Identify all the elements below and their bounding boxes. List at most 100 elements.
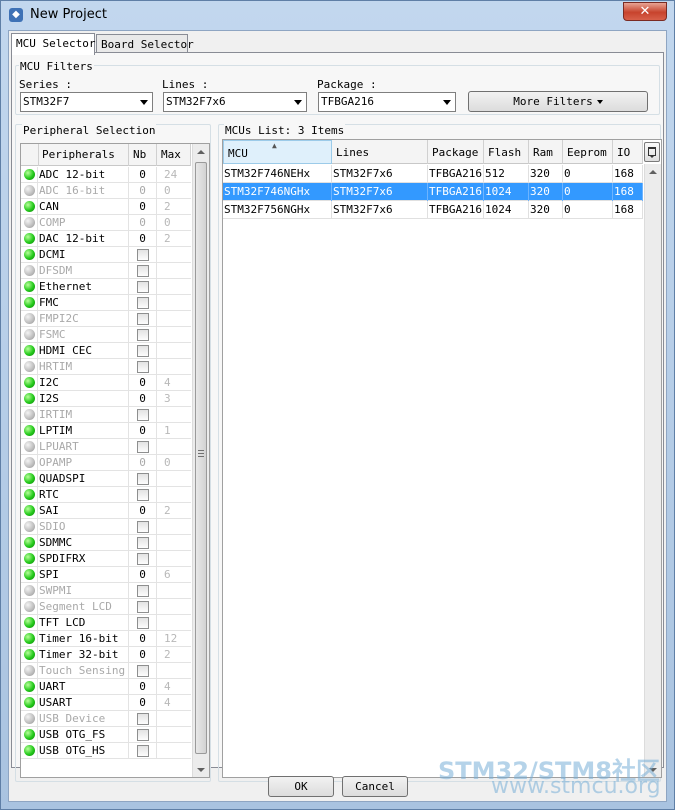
peripheral-row[interactable]: RTC (21, 487, 191, 503)
series-dropdown[interactable]: STM32F7 (20, 92, 153, 112)
peripheral-row[interactable]: I2C 0 4 (21, 375, 191, 391)
header-peripherals[interactable]: Peripherals (39, 144, 129, 166)
peripheral-row[interactable]: HRTIM (21, 359, 191, 375)
peripheral-row[interactable]: DFSDM (21, 263, 191, 279)
header-io[interactable]: IO (613, 140, 643, 164)
peripheral-row[interactable]: FSMC (21, 327, 191, 343)
scrollbar-thumb[interactable] (195, 162, 207, 754)
cancel-button[interactable]: Cancel (342, 776, 408, 797)
peripheral-nb[interactable]: 0 (129, 183, 157, 199)
peripheral-row[interactable]: LPTIM 0 1 (21, 423, 191, 439)
peripheral-row[interactable]: OPAMP 0 0 (21, 455, 191, 471)
peripheral-nb[interactable]: 0 (129, 199, 157, 215)
scroll-up-arrow-icon[interactable] (649, 170, 657, 174)
peripheral-checkbox[interactable] (137, 617, 149, 629)
peripheral-checkbox[interactable] (137, 409, 149, 421)
peripheral-row[interactable]: HDMI CEC (21, 343, 191, 359)
peripheral-checkbox[interactable] (137, 489, 149, 501)
peripheral-checkbox[interactable] (137, 729, 149, 741)
peripheral-row[interactable]: USB Device (21, 711, 191, 727)
peripheral-row[interactable]: ADC 12-bit 0 24 (21, 167, 191, 183)
header-mcu[interactable]: ▲ MCU (223, 140, 332, 164)
peripheral-row[interactable]: I2S 0 3 (21, 391, 191, 407)
peripheral-checkbox[interactable] (137, 585, 149, 597)
mcu-row[interactable]: STM32F746NEHx STM32F7x6 TFBGA216 512 320 0 168 (223, 165, 643, 183)
peripheral-nb[interactable]: 0 (129, 455, 157, 471)
peripheral-row[interactable]: USB OTG_HS (21, 743, 191, 759)
header-max[interactable]: Max (157, 144, 191, 166)
peripheral-checkbox[interactable] (137, 313, 149, 325)
peripheral-row[interactable]: SDIO (21, 519, 191, 535)
peripheral-nb[interactable]: 0 (129, 679, 157, 695)
peripheral-checkbox[interactable] (137, 441, 149, 453)
peripheral-nb[interactable]: 0 (129, 503, 157, 519)
column-chooser-button[interactable] (644, 142, 660, 162)
peripheral-nb[interactable]: 0 (129, 391, 157, 407)
peripheral-nb[interactable]: 0 (129, 167, 157, 183)
peripheral-row[interactable]: Ethernet (21, 279, 191, 295)
more-filters-button[interactable]: More Filters (468, 91, 648, 112)
peripheral-row[interactable]: SWPMI (21, 583, 191, 599)
mcu-scrollbar[interactable] (644, 164, 661, 777)
package-dropdown[interactable]: TFBGA216 (318, 92, 456, 112)
peripheral-row[interactable]: Touch Sensing (21, 663, 191, 679)
mcu-row[interactable]: STM32F756NGHx STM32F7x6 TFBGA216 1024 320 0 16… (223, 201, 643, 219)
peripheral-nb[interactable]: 0 (129, 647, 157, 663)
peripheral-nb[interactable]: 0 (129, 567, 157, 583)
header-nb[interactable]: Nb (129, 144, 157, 166)
peripheral-row[interactable]: SPDIFRX (21, 551, 191, 567)
peripheral-row[interactable]: Segment LCD (21, 599, 191, 615)
peripheral-row[interactable]: DCMI (21, 247, 191, 263)
header-lines[interactable]: Lines (332, 140, 428, 164)
peripheral-checkbox[interactable] (137, 345, 149, 357)
peripheral-row[interactable]: SDMMC (21, 535, 191, 551)
peripheral-scrollbar[interactable] (192, 144, 209, 777)
header-flash[interactable]: Flash (484, 140, 529, 164)
peripheral-row[interactable]: CAN 0 2 (21, 199, 191, 215)
tab-mcu-selector[interactable]: MCU Selector (11, 33, 95, 55)
peripheral-row[interactable]: IRTIM (21, 407, 191, 423)
peripheral-row[interactable]: FMPI2C (21, 311, 191, 327)
peripheral-checkbox[interactable] (137, 281, 149, 293)
peripheral-row[interactable]: Timer 16-bit 0 12 (21, 631, 191, 647)
peripheral-checkbox[interactable] (137, 249, 149, 261)
peripheral-checkbox[interactable] (137, 265, 149, 277)
peripheral-row[interactable]: TFT LCD (21, 615, 191, 631)
peripheral-checkbox[interactable] (137, 553, 149, 565)
peripheral-checkbox[interactable] (137, 745, 149, 757)
peripheral-checkbox[interactable] (137, 713, 149, 725)
peripheral-row[interactable]: USB OTG_FS (21, 727, 191, 743)
peripheral-row[interactable]: DAC 12-bit 0 2 (21, 231, 191, 247)
scroll-down-arrow-icon[interactable] (197, 768, 205, 772)
peripheral-row[interactable]: UART 0 4 (21, 679, 191, 695)
header-eeprom[interactable]: Eeprom (563, 140, 613, 164)
peripheral-checkbox[interactable] (137, 361, 149, 373)
ok-button[interactable]: OK (268, 776, 334, 797)
peripheral-checkbox[interactable] (137, 537, 149, 549)
peripheral-row[interactable]: ADC 16-bit 0 0 (21, 183, 191, 199)
peripheral-checkbox[interactable] (137, 329, 149, 341)
peripheral-nb[interactable]: 0 (129, 215, 157, 231)
peripheral-row[interactable]: QUADSPI (21, 471, 191, 487)
peripheral-checkbox[interactable] (137, 521, 149, 533)
header-ram[interactable]: Ram (529, 140, 563, 164)
scroll-up-arrow-icon[interactable] (197, 150, 205, 154)
peripheral-row[interactable]: USART 0 4 (21, 695, 191, 711)
peripheral-checkbox[interactable] (137, 601, 149, 613)
peripheral-row[interactable]: COMP 0 0 (21, 215, 191, 231)
peripheral-nb[interactable]: 0 (129, 631, 157, 647)
peripheral-nb[interactable]: 0 (129, 231, 157, 247)
mcu-row[interactable]: STM32F746NGHx STM32F7x6 TFBGA216 1024 320 0 16… (223, 183, 643, 201)
peripheral-checkbox[interactable] (137, 473, 149, 485)
peripheral-row[interactable]: FMC (21, 295, 191, 311)
peripheral-row[interactable]: SAI 0 2 (21, 503, 191, 519)
peripheral-row[interactable]: Timer 32-bit 0 2 (21, 647, 191, 663)
title-bar[interactable]: ◆ New Project ✕ (1, 1, 674, 29)
header-package[interactable]: Package (428, 140, 484, 164)
peripheral-nb[interactable]: 0 (129, 375, 157, 391)
peripheral-nb[interactable]: 0 (129, 423, 157, 439)
peripheral-row[interactable]: SPI 0 6 (21, 567, 191, 583)
peripheral-checkbox[interactable] (137, 665, 149, 677)
close-button[interactable]: ✕ (623, 2, 667, 21)
peripheral-nb[interactable]: 0 (129, 695, 157, 711)
